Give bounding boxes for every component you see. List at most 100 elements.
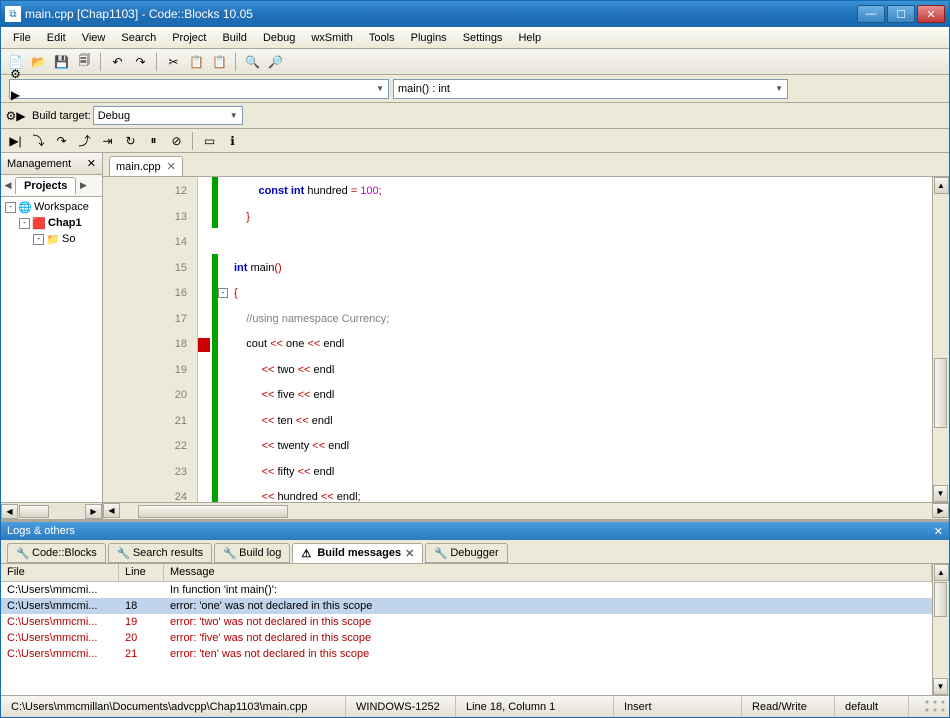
fold-column[interactable]: - [218, 177, 230, 502]
toolbar-button[interactable]: 📋 [186, 51, 207, 72]
nav-function-combo[interactable]: main() : int▼ [393, 79, 788, 99]
menu-tools[interactable]: Tools [361, 30, 403, 46]
log-header: File Line Message [1, 564, 932, 582]
management-close-icon[interactable]: ✕ [87, 157, 96, 170]
menu-search[interactable]: Search [113, 30, 164, 46]
toolbar-button[interactable]: ✂ [163, 51, 184, 72]
menu-project[interactable]: Project [164, 30, 214, 46]
tab-close-icon[interactable]: ✕ [167, 160, 176, 173]
maximize-button[interactable]: ☐ [887, 5, 915, 23]
tree-item[interactable]: -🟥Chap1 [3, 215, 100, 231]
log-vscroll[interactable]: ▲ ▼ [932, 564, 949, 695]
debug-button[interactable]: ⇥ [97, 130, 118, 151]
status-encoding: WINDOWS-1252 [346, 696, 456, 717]
editor-tab-main[interactable]: main.cpp ✕ [109, 156, 183, 176]
debug-button[interactable]: ▶| [5, 130, 26, 151]
toolbar-debug: ▶|⤵↷⤴⇥↻⏸⊘ ▭ℹ [1, 129, 949, 153]
project-tree[interactable]: -🌐Workspace-🟥Chap1-📁So [1, 197, 102, 502]
management-title: Management ✕ [1, 153, 102, 175]
tab-scroll-left[interactable]: ◀ [1, 176, 15, 196]
tree-item[interactable]: -📁So [3, 231, 100, 247]
code-editor[interactable]: 12131415161718192021222324 - const int h… [103, 177, 949, 502]
build-target-label: Build target: [32, 110, 91, 122]
window-title: main.cpp [Chap1103] - Code::Blocks 10.05 [25, 7, 857, 21]
fold-toggle[interactable]: - [218, 288, 228, 298]
debug-button[interactable]: ⏸ [143, 130, 164, 151]
status-position: Line 18, Column 1 [456, 696, 614, 717]
build-target-combo[interactable]: Debug▼ [93, 106, 243, 125]
tab-close-icon[interactable]: ✕ [405, 547, 414, 560]
resize-grip[interactable] [909, 696, 949, 718]
menu-debug[interactable]: Debug [255, 30, 303, 46]
error-marker [198, 338, 210, 352]
sidebar-hscroll[interactable]: ◀▶ [1, 502, 102, 519]
toolbar-button[interactable]: 📋 [209, 51, 230, 72]
log-row[interactable]: C:\Users\mmcmi...In function 'int main()… [1, 582, 932, 598]
menu-plugins[interactable]: Plugins [403, 30, 455, 46]
menu-wxsmith[interactable]: wxSmith [303, 30, 361, 46]
toolbar-button[interactable]: 💾 [51, 51, 72, 72]
titlebar[interactable]: ⧉ main.cpp [Chap1103] - Code::Blocks 10.… [1, 1, 949, 27]
log-tab-debugger[interactable]: 🔧Debugger [425, 543, 507, 563]
logs-title[interactable]: Logs & others ✕ [1, 522, 949, 540]
close-button[interactable]: ✕ [917, 5, 945, 23]
debug-button[interactable]: ℹ [222, 130, 243, 151]
menu-edit[interactable]: Edit [39, 30, 74, 46]
app-icon: ⧉ [5, 6, 21, 22]
build-button[interactable]: ⚙ [5, 63, 26, 84]
log-tab-code-blocks[interactable]: 🔧Code::Blocks [7, 543, 106, 563]
log-tab-search-results[interactable]: 🔧Search results [108, 543, 212, 563]
debug-button[interactable]: ↷ [51, 130, 72, 151]
tab-projects[interactable]: Projects [15, 177, 76, 194]
log-row[interactable]: C:\Users\mmcmi...21error: 'ten' was not … [1, 646, 932, 662]
logs-panel: Logs & others ✕ 🔧Code::Blocks🔧Search res… [1, 519, 949, 695]
tab-icon: 🔧 [434, 547, 446, 559]
build-button[interactable]: ▶ [5, 84, 26, 105]
toolbar-button[interactable]: 🔍 [242, 51, 263, 72]
marker-column [198, 177, 212, 502]
code-area[interactable]: const int hundred = 100; }int main(){ //… [230, 177, 932, 502]
editor-hscroll[interactable]: ◀ ▶ [103, 502, 949, 519]
tab-scroll-right[interactable]: ▶ [76, 176, 90, 196]
editor-vscroll[interactable]: ▲ ▼ [932, 177, 949, 502]
tab-icon: 🔧 [16, 547, 28, 559]
toolbar-main: 📄📂💾🗐↶↷✂📋📋🔍🔎 [1, 49, 949, 75]
toolbar-nav: ▼ main() : int▼ [1, 75, 949, 103]
menubar: FileEditViewSearchProjectBuildDebugwxSmi… [1, 27, 949, 49]
debug-button[interactable]: ▭ [199, 130, 220, 151]
debug-button[interactable]: ⊘ [166, 130, 187, 151]
management-panel: Management ✕ ◀ Projects ▶ -🌐Workspace-🟥C… [1, 153, 103, 519]
menu-file[interactable]: File [5, 30, 39, 46]
toolbar-button[interactable]: 🗐 [74, 51, 95, 72]
toolbar-button[interactable]: ↶ [107, 51, 128, 72]
log-row[interactable]: C:\Users\mmcmi...18error: 'one' was not … [1, 598, 932, 614]
menu-view[interactable]: View [74, 30, 114, 46]
tree-item[interactable]: -🌐Workspace [3, 199, 100, 215]
line-gutter: 12131415161718192021222324 [103, 177, 198, 502]
nav-scope-combo[interactable]: ▼ [9, 79, 389, 99]
log-row[interactable]: C:\Users\mmcmi...19error: 'two' was not … [1, 614, 932, 630]
menu-build[interactable]: Build [214, 30, 254, 46]
log-tab-build-messages[interactable]: ⚠Build messages✕ [292, 543, 423, 563]
menu-help[interactable]: Help [510, 30, 549, 46]
tab-icon: 🔧 [117, 547, 129, 559]
debug-button[interactable]: ↻ [120, 130, 141, 151]
log-row[interactable]: C:\Users\mmcmi...20error: 'five' was not… [1, 630, 932, 646]
tab-icon: ⚠ [301, 547, 313, 559]
debug-button[interactable]: ⤴ [74, 130, 95, 151]
log-tab-build-log[interactable]: 🔧Build log [214, 543, 290, 563]
logs-close-icon[interactable]: ✕ [934, 525, 943, 538]
statusbar: C:\Users\mmcmillan\Documents\advcpp\Chap… [1, 695, 949, 717]
status-path: C:\Users\mmcmillan\Documents\advcpp\Chap… [1, 696, 346, 717]
debug-button[interactable]: ⤵ [28, 130, 49, 151]
menu-settings[interactable]: Settings [455, 30, 511, 46]
build-messages-table[interactable]: File Line Message C:\Users\mmcmi...In fu… [1, 564, 932, 695]
toolbar-button[interactable]: 📂 [28, 51, 49, 72]
status-insert: Insert [614, 696, 742, 717]
log-tabs: 🔧Code::Blocks🔧Search results🔧Build log⚠B… [1, 540, 949, 564]
build-button[interactable]: ⚙▶ [5, 105, 26, 126]
toolbar-button[interactable]: ↷ [130, 51, 151, 72]
minimize-button[interactable]: — [857, 5, 885, 23]
toolbar-button[interactable]: 🔎 [265, 51, 286, 72]
editor-tabs: main.cpp ✕ [103, 153, 949, 177]
